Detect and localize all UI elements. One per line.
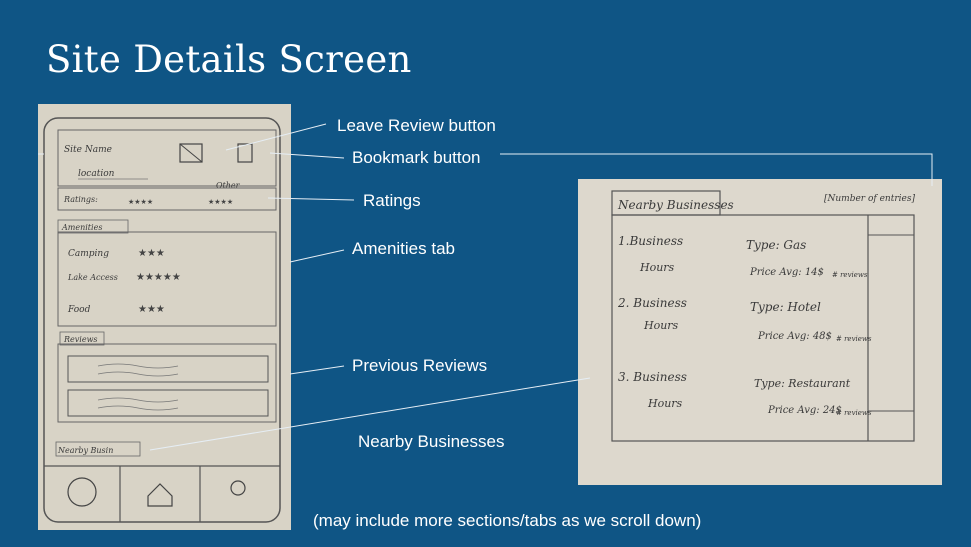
sketch-business-2-type: Type: Hotel <box>750 300 821 314</box>
sketch-business-1-hours: Hours <box>639 261 675 274</box>
sketch-location: location <box>78 169 115 179</box>
sketch-business-1-type: Type: Gas <box>746 238 806 252</box>
sketch-amenity-2: Lake Access <box>67 273 118 282</box>
sketch-amenity-1: Camping <box>68 249 109 259</box>
sketch-reviews-tab: Reviews <box>63 335 98 344</box>
svg-text:★★★: ★★★ <box>138 248 165 259</box>
sketch-other: Other <box>216 181 241 190</box>
svg-text:★★★★: ★★★★ <box>128 198 153 206</box>
nearby-businesses-sketch: Nearby Businesses [Number of entries] 1.… <box>578 179 942 485</box>
svg-text:★★★★: ★★★★ <box>208 198 233 206</box>
sketch-business-3-price: Price Avg: 24$ <box>767 405 842 416</box>
callout-ratings: Ratings <box>363 191 421 210</box>
callout-leave-review: Leave Review button <box>337 116 496 135</box>
footer-note: (may include more sections/tabs as we sc… <box>313 511 702 530</box>
sketch-amenities-tab: Amenities <box>61 223 102 232</box>
sketch-nearby-tab-label: Nearby Businesses <box>617 198 734 212</box>
sketch-business-3-reviews: # reviews <box>836 409 872 417</box>
sketch-business-1-name: 1.Business <box>618 234 683 248</box>
svg-text:★★★: ★★★ <box>138 304 165 315</box>
sketch-business-1-reviews: # reviews <box>832 271 868 279</box>
sketch-nearby-tab: Nearby Busin <box>57 446 113 455</box>
callout-previous-reviews: Previous Reviews <box>352 356 488 375</box>
sketch-entries-count: [Number of entries] <box>824 194 915 204</box>
sketch-business-2-reviews: # reviews <box>836 335 872 343</box>
sketch-ratings-label: Ratings: <box>63 195 98 204</box>
sketch-business-3-name: 3. Business <box>618 370 687 384</box>
callout-amenities: Amenities tab <box>352 239 455 258</box>
sketch-site-name: Site Name <box>64 145 112 155</box>
sketch-photo-nearby-businesses: Nearby Businesses [Number of entries] 1.… <box>578 179 942 485</box>
svg-text:★★★★★: ★★★★★ <box>136 272 181 283</box>
sketch-business-2-name: 2. Business <box>617 296 687 310</box>
phone-wireframe-sketch: Site Name location Other Ratings: ★★★★ ★… <box>38 104 291 530</box>
callout-nearby-businesses: Nearby Businesses <box>358 432 505 451</box>
sketch-business-2-hours: Hours <box>643 319 679 332</box>
sketch-business-3-type: Type: Restaurant <box>754 377 851 390</box>
sketch-business-3-hours: Hours <box>647 397 683 410</box>
slide-title: Site Details Screen <box>46 38 412 81</box>
sketch-amenity-3: Food <box>67 305 91 315</box>
sketch-business-1-price: Price Avg: 14$ <box>749 267 824 278</box>
sketch-business-2-price: Price Avg: 48$ <box>757 331 832 342</box>
callout-bookmark: Bookmark button <box>352 148 481 167</box>
sketch-photo-site-details: Site Name location Other Ratings: ★★★★ ★… <box>38 104 291 530</box>
